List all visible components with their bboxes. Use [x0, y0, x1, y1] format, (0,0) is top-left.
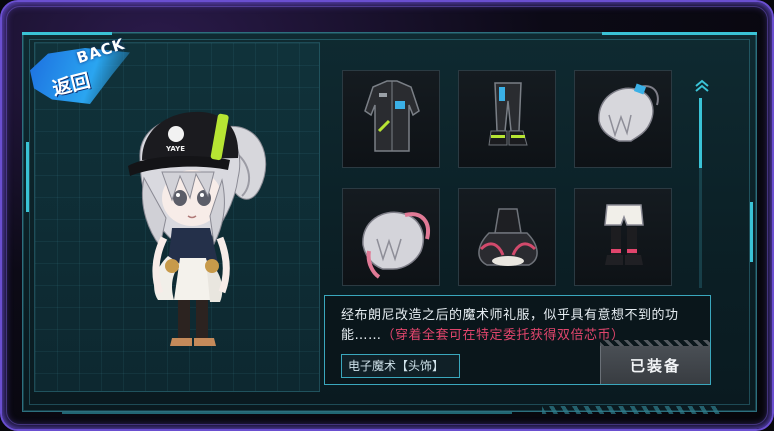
bottom-accent-stripes — [542, 406, 722, 414]
dress-icon — [478, 208, 538, 266]
back-button[interactable]: BACK 返回 — [30, 35, 140, 104]
hair-icon — [598, 83, 659, 142]
item-list-scrollbar[interactable] — [699, 98, 702, 288]
bottom-accent-line — [62, 412, 512, 414]
item-slot-hair[interactable] — [574, 70, 672, 168]
top-left-accent-bar — [22, 32, 112, 35]
jacket-icon — [364, 80, 420, 152]
item-slot-pink-hair[interactable] — [342, 188, 440, 286]
outer-frame: YAYE BACK 返回 经布朗尼改造之后的魔术师礼服，似乎具有意想不到的功能…… — [0, 0, 774, 431]
top-right-accent-bar — [602, 32, 757, 35]
scroll-up-icon[interactable] — [694, 78, 710, 92]
scrollbar-thumb[interactable] — [699, 98, 702, 168]
shorts-boots-icon — [604, 204, 644, 265]
item-slot-dress[interactable] — [458, 188, 556, 286]
item-slot-pants[interactable] — [458, 70, 556, 168]
item-description-panel: 经布朗尼改造之后的魔术师礼服，似乎具有意想不到的功能……（穿着全套可在特定委托获… — [324, 295, 711, 385]
right-accent-tick — [750, 202, 753, 262]
pink-hair-icon — [362, 211, 430, 279]
equipped-button[interactable]: 已装备 — [600, 346, 710, 384]
item-set-bonus-hint: （穿着全套可在特定委托获得双倍芯币） — [381, 328, 625, 343]
cap-logo-text: YAYE — [165, 145, 185, 153]
pants-boots-icon — [488, 82, 528, 146]
item-slot-jacket[interactable] — [342, 70, 440, 168]
item-slot-shorts[interactable] — [574, 188, 672, 286]
item-category-tag: 电子魔术【头饰】 — [341, 354, 460, 378]
left-accent-tick — [26, 142, 29, 212]
character-sprite: YAYE — [128, 111, 267, 346]
